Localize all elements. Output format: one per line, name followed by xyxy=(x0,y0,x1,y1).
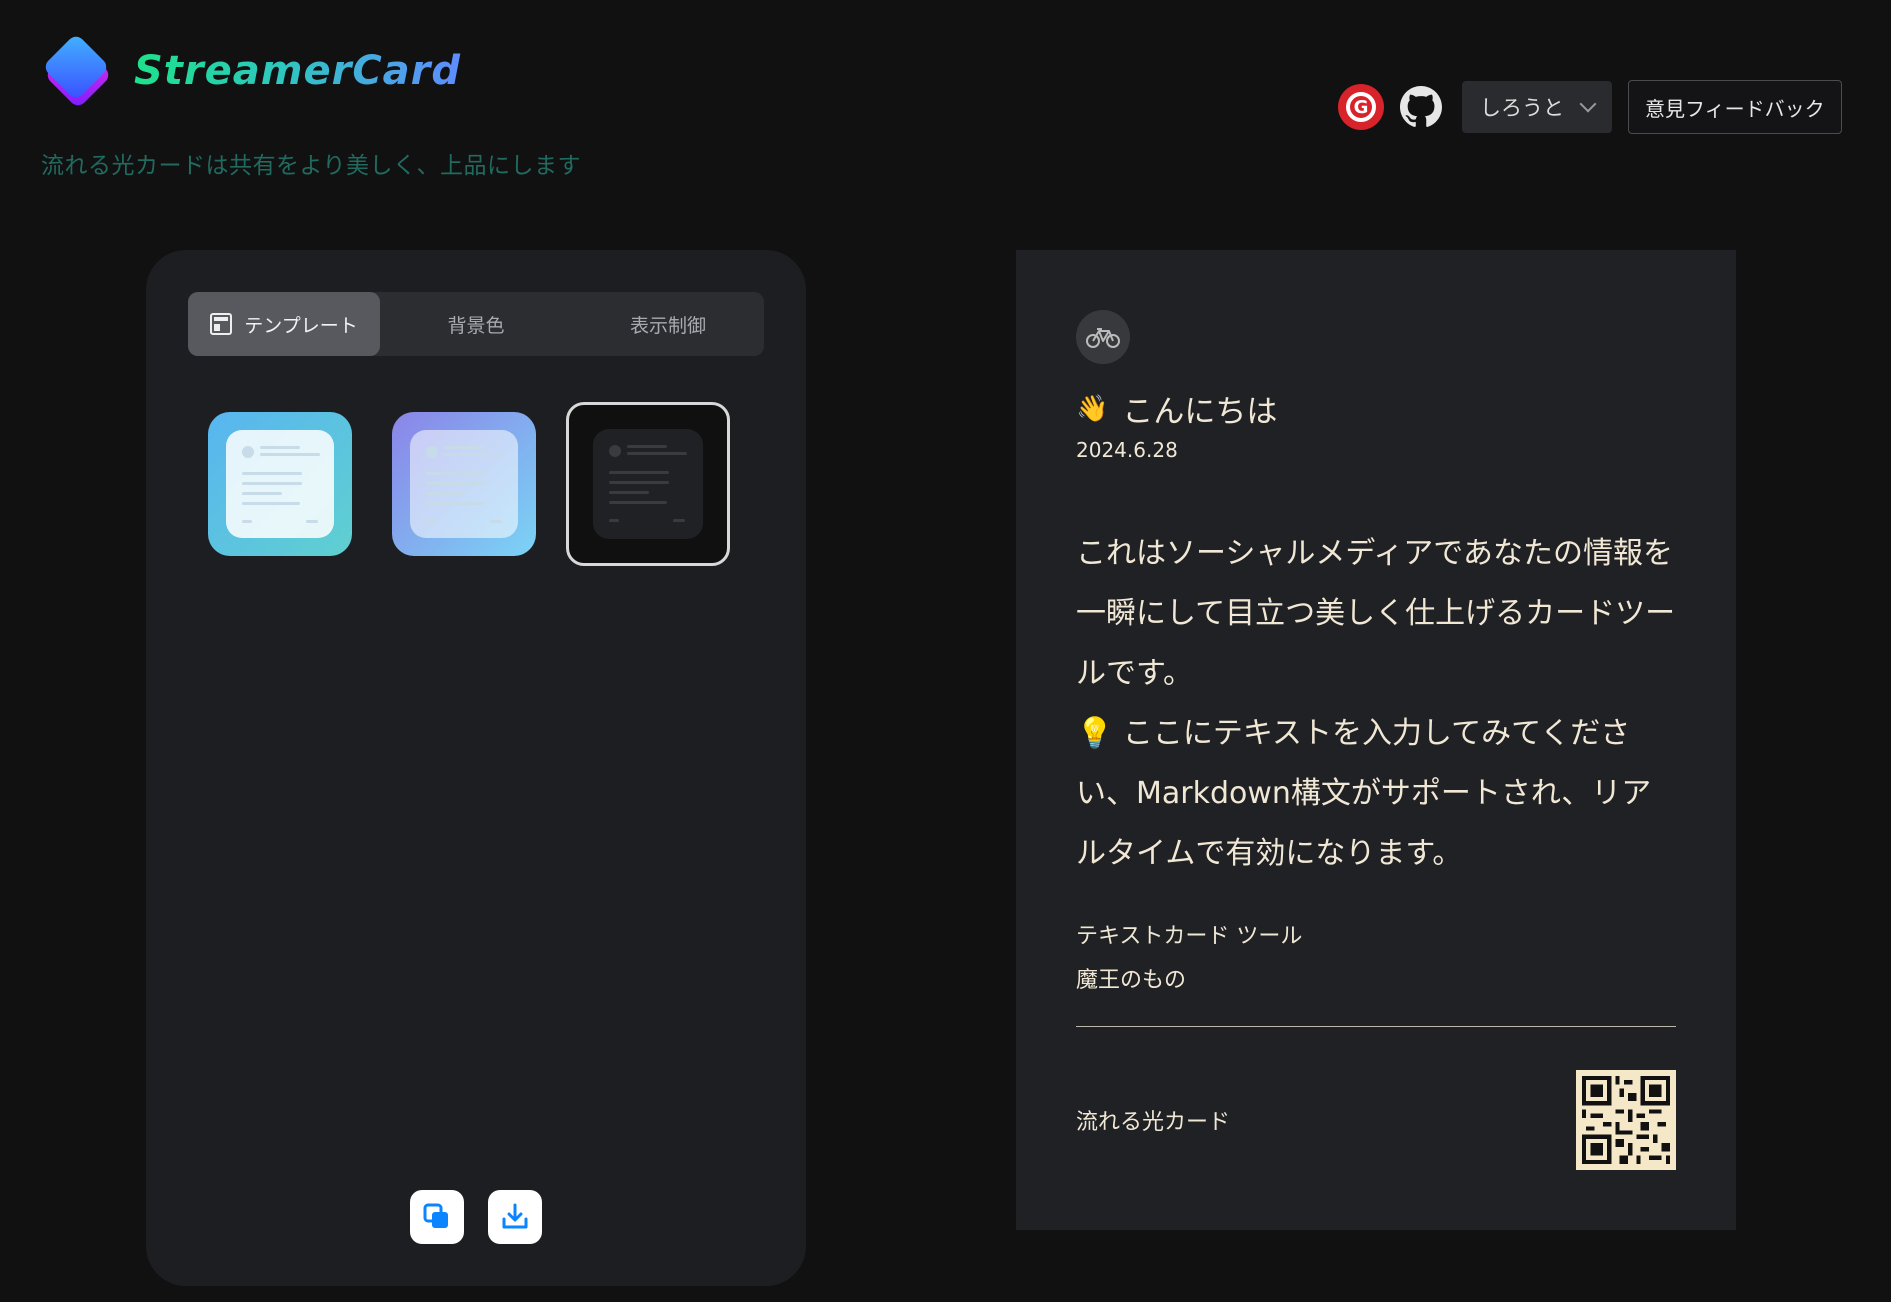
editor-panel: テンプレート 背景色 表示制御 xyxy=(146,250,806,1286)
tab-label: 表示制御 xyxy=(629,314,706,337)
template-list xyxy=(208,402,770,566)
tab-label: テンプレート xyxy=(244,314,358,337)
qr-code-icon xyxy=(1582,1076,1670,1164)
brand-name: StreamerCard xyxy=(134,48,462,94)
chevron-down-icon xyxy=(1579,95,1597,113)
action-bar xyxy=(410,1190,566,1244)
card-footer-label: 流れる光カード xyxy=(1076,1110,1231,1135)
template-option-light[interactable] xyxy=(208,412,352,556)
card-divider xyxy=(1076,1026,1676,1027)
card-paragraph: 💡 ここにテキストを入力してみてください、Markdown構文がサポートされ、リ… xyxy=(1076,716,1652,871)
waving-hand-icon: 👋 xyxy=(1076,393,1109,424)
card-body[interactable]: これはソーシャルメディアであなたの情報を一瞬にして目立つ美しく仕上げるカードツー… xyxy=(1076,524,1680,884)
tab-display-control[interactable]: 表示制御 xyxy=(572,292,764,356)
card-meta-author: 魔王のもの xyxy=(1076,968,1187,993)
download-button[interactable] xyxy=(488,1190,542,1244)
copy-icon xyxy=(423,1203,448,1228)
tab-label: 背景色 xyxy=(447,314,505,337)
app-root: StreamerCard 流れる光カードは共有をより美しく、上品にします G し… xyxy=(0,0,1891,1302)
top-nav: G しろうと 意見フィードバック xyxy=(1338,80,1842,134)
gitee-icon[interactable]: G xyxy=(1338,84,1384,130)
template-icon xyxy=(210,313,233,335)
tagline: 流れる光カードは共有をより美しく、上品にします xyxy=(41,153,582,179)
template-option-purple[interactable] xyxy=(392,412,536,556)
download-icon xyxy=(502,1203,528,1229)
card-greeting: 👋 こんにちは xyxy=(1076,386,1277,431)
language-value: しろうと xyxy=(1480,96,1564,120)
card-date: 2024.6.28 xyxy=(1076,438,1178,462)
avatar[interactable] xyxy=(1076,310,1130,364)
editor-tabs: テンプレート 背景色 表示制御 xyxy=(188,292,764,356)
tab-background-color[interactable]: 背景色 xyxy=(380,292,572,356)
card-meta-title: テキストカード ツール xyxy=(1076,924,1303,949)
bicycle-icon xyxy=(1086,328,1120,348)
preview-card: 👋 こんにちは 2024.6.28 これはソーシャルメディアであなたの情報を一瞬… xyxy=(1016,250,1736,1230)
logo-mark-icon xyxy=(40,33,124,109)
feedback-button[interactable]: 意見フィードバック xyxy=(1628,80,1842,134)
template-option-dark[interactable] xyxy=(566,402,730,566)
language-select[interactable]: しろうと xyxy=(1462,81,1612,133)
copy-button[interactable] xyxy=(410,1190,464,1244)
github-icon[interactable] xyxy=(1400,86,1442,128)
logo[interactable]: StreamerCard xyxy=(40,33,462,109)
greeting-text: こんにちは xyxy=(1122,394,1278,430)
tab-template[interactable]: テンプレート xyxy=(188,292,380,356)
qr-code xyxy=(1576,1070,1676,1170)
card-paragraph: これはソーシャルメディアであなたの情報を一瞬にして目立つ美しく仕上げるカードツー… xyxy=(1076,536,1676,691)
